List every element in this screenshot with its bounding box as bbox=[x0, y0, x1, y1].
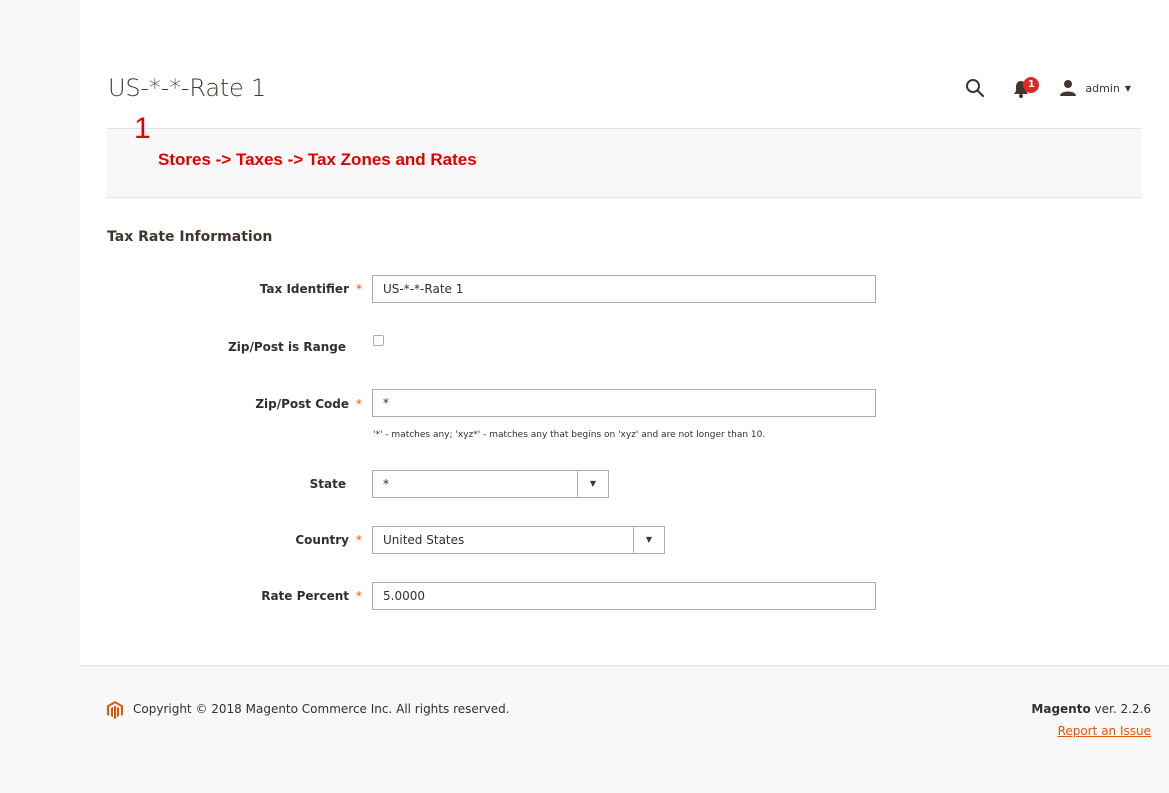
state-label: State bbox=[309, 477, 346, 491]
zip-is-range-label: Zip/Post is Range bbox=[228, 340, 346, 354]
header-actions: 1 admin ▼ bbox=[963, 74, 1131, 102]
copyright-text: Copyright © 2018 Magento Commerce Inc. A… bbox=[133, 702, 510, 716]
tax-identifier-label-text: Tax Identifier bbox=[259, 282, 349, 296]
admin-username: admin bbox=[1085, 81, 1120, 95]
admin-user-menu[interactable]: admin ▼ bbox=[1059, 79, 1131, 97]
state-select-value: * bbox=[383, 477, 389, 491]
chevron-down-icon: ▼ bbox=[1124, 83, 1131, 93]
country-select-value: United States bbox=[383, 533, 465, 547]
tax-identifier-label: Tax Identifier * bbox=[112, 282, 362, 296]
version-text: ver. 2.2.6 bbox=[1090, 702, 1151, 716]
rate-percent-label-text: Rate Percent bbox=[261, 589, 349, 603]
rate-percent-label: Rate Percent * bbox=[112, 589, 362, 603]
magento-logo-icon bbox=[107, 701, 123, 719]
required-mark: * bbox=[356, 533, 362, 547]
rate-percent-input[interactable]: 5.0000 bbox=[372, 582, 876, 610]
chevron-down-icon: ▼ bbox=[633, 527, 664, 553]
user-icon bbox=[1060, 80, 1077, 96]
tax-identifier-input[interactable]: US-*-*-Rate 1 bbox=[372, 275, 876, 303]
search-icon[interactable] bbox=[963, 76, 987, 100]
required-mark: * bbox=[356, 589, 362, 603]
annotation-number: 1 bbox=[134, 112, 151, 145]
page-title: US-*-*-Rate 1 bbox=[108, 74, 267, 102]
country-label-text: Country bbox=[295, 533, 349, 547]
annotation-text: Stores -> Taxes -> Tax Zones and Rates bbox=[158, 150, 477, 169]
zip-code-note: '*' - matches any; 'xyz*' - matches any … bbox=[373, 430, 766, 440]
required-mark: * bbox=[356, 397, 362, 411]
required-mark: * bbox=[356, 282, 362, 296]
country-select[interactable]: United States ▼ bbox=[372, 526, 665, 554]
left-sidebar bbox=[0, 0, 80, 793]
report-issue-link[interactable]: Report an Issue bbox=[1058, 724, 1151, 738]
zip-code-label: Zip/Post Code * bbox=[112, 397, 362, 411]
section-title: Tax Rate Information bbox=[107, 229, 273, 245]
zip-code-label-text: Zip/Post Code bbox=[255, 397, 349, 411]
footer-divider bbox=[80, 665, 1169, 666]
zip-code-input[interactable]: * bbox=[372, 389, 876, 417]
zip-is-range-checkbox[interactable] bbox=[373, 335, 384, 346]
country-label: Country * bbox=[112, 533, 362, 547]
brand-name: Magento bbox=[1031, 702, 1091, 716]
chevron-down-icon: ▼ bbox=[577, 471, 608, 497]
state-select[interactable]: * ▼ bbox=[372, 470, 609, 498]
search-icon-svg bbox=[966, 79, 985, 98]
version-info: Magento ver. 2.2.6 bbox=[1031, 702, 1151, 716]
notifications-button[interactable]: 1 bbox=[1011, 76, 1040, 100]
notification-count-badge: 1 bbox=[1023, 77, 1040, 93]
